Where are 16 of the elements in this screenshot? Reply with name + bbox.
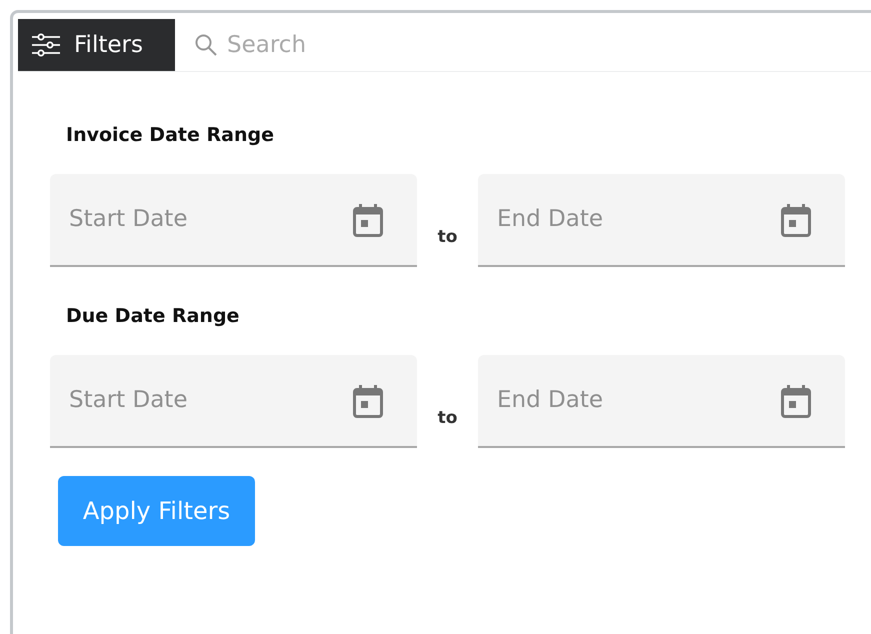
date-field[interactable]: End Date <box>478 174 845 267</box>
calendar-icon <box>781 204 811 238</box>
section-heading: Invoice Date Range <box>66 124 275 147</box>
calendar-icon <box>781 384 811 419</box>
date-field[interactable]: End Date <box>478 354 845 448</box>
date-field[interactable]: Start Date <box>50 354 417 448</box>
range-separator: to <box>436 407 458 430</box>
section-heading: Due Date Range <box>66 304 240 328</box>
sliders-icon <box>32 33 60 57</box>
calendar-icon <box>353 384 383 419</box>
calendar-icon <box>353 204 383 238</box>
range-separator: to <box>436 226 458 250</box>
filters-tab[interactable]: Filters <box>18 19 175 71</box>
date-field[interactable]: Start Date <box>50 174 417 267</box>
search-icon <box>195 34 217 56</box>
search-field[interactable]: Search <box>225 26 525 64</box>
